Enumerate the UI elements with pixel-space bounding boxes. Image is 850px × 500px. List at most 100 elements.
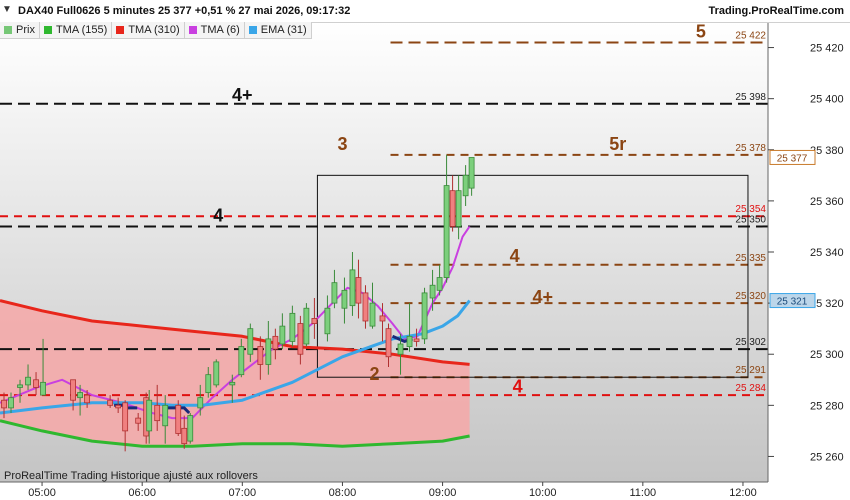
candle-body: [247, 328, 254, 355]
x-tick-label: 05:00: [28, 487, 56, 499]
candle-body: [449, 190, 456, 227]
level-label-25320: 25 320: [735, 291, 766, 302]
candle-body: [455, 190, 462, 227]
candle-body: [379, 315, 386, 322]
candle-body: [355, 277, 362, 304]
y-tick-label: 25 420: [810, 43, 844, 55]
candle-body: [205, 374, 212, 393]
level-label-25291: 25 291: [735, 365, 766, 376]
candle-body: [238, 346, 245, 376]
x-tick-label: 07:00: [229, 487, 257, 499]
candle-body: [413, 338, 420, 342]
x-tick-label: 12:00: [729, 487, 757, 499]
x-tick-label: 08:00: [329, 487, 357, 499]
annotation-label: 2: [369, 364, 379, 384]
brand-label: Trading.ProRealTime.com: [708, 5, 844, 17]
annotation-label: 4: [513, 377, 523, 397]
candle-body: [115, 404, 122, 409]
level-label-25398: 25 398: [735, 92, 766, 103]
annotation-label: 4+: [532, 287, 553, 307]
indicator-legend: Prix TMA (155) TMA (310) TMA (6) EMA (31…: [0, 22, 312, 39]
candle-body: [341, 289, 348, 309]
candle-body: [197, 397, 204, 409]
legend-label: Prix: [16, 24, 35, 36]
candle-body: [311, 318, 318, 324]
annotation-label: 4+: [232, 85, 253, 105]
legend-swatch: [248, 26, 257, 34]
candle-body: [265, 338, 272, 365]
legend-item-tma155[interactable]: TMA (155): [39, 22, 113, 39]
current-price-label: 25 377: [777, 153, 808, 164]
chart-title: DAX40 Full0626 5 minutes 25 377 +0,51 % …: [18, 5, 351, 17]
level-label-25422: 25 422: [735, 30, 766, 41]
annotation-label: 4: [213, 205, 223, 225]
x-tick-label: 11:00: [629, 487, 656, 499]
candle-body: [289, 312, 296, 342]
candle-body: [443, 185, 450, 278]
ema-price-label: 25 321: [777, 297, 808, 308]
y-tick-label: 25 280: [810, 400, 844, 412]
candle-body: [40, 381, 46, 396]
level-label-25284: 25 284: [735, 383, 766, 394]
candle-body: [70, 379, 76, 401]
candle-body: [331, 282, 338, 304]
level-label-25350: 25 350: [735, 214, 766, 225]
candle-body: [175, 404, 182, 434]
candle-body: [8, 397, 14, 409]
candle-body: [468, 157, 475, 189]
candle-body: [421, 292, 428, 340]
title-bar: ▼ DAX40 Full0626 5 minutes 25 377 +0,51 …: [0, 0, 850, 23]
candle-body: [297, 323, 304, 355]
candle-body: [122, 402, 129, 432]
y-tick-label: 25 300: [810, 349, 844, 361]
legend-swatch: [116, 26, 125, 34]
price-chart[interactable]: 5 4+ 3 5r 4 4 4+ 2 4 25 260 25 280 25 300 25 320 25 3…: [0, 0, 850, 500]
annotation-label: 5r: [609, 134, 626, 154]
level-label-25302: 25 302: [735, 337, 766, 348]
legend-label: TMA (6): [200, 24, 240, 36]
annotation-label: 4: [510, 246, 520, 266]
candle-body: [213, 361, 220, 386]
annotation-label: 5: [696, 21, 706, 41]
candle-body: [385, 328, 392, 358]
candle-body: [17, 384, 23, 388]
candle-body: [84, 394, 91, 404]
legend-item-ema31[interactable]: EMA (31): [244, 22, 312, 39]
candle-body: [279, 325, 286, 345]
candle-body: [369, 302, 376, 327]
candle-body: [181, 427, 188, 445]
x-tick-label: 06:00: [128, 487, 156, 499]
collapse-triangle-icon[interactable]: ▼: [2, 4, 12, 15]
candle-body: [462, 174, 469, 197]
candle-body: [162, 404, 169, 427]
candle-body: [349, 269, 356, 307]
candle-body: [135, 417, 142, 424]
y-tick-label: 25 340: [810, 247, 844, 259]
y-tick-label: 25 360: [810, 196, 844, 208]
legend-item-tma6[interactable]: TMA (6): [184, 22, 245, 39]
candle-body: [77, 392, 84, 399]
legend-swatch: [188, 26, 197, 34]
legend-item-price[interactable]: Prix: [0, 22, 40, 39]
chart-window: 5 4+ 3 5r 4 4 4+ 2 4 25 260 25 280 25 300 25 320 25 3…: [0, 0, 850, 500]
candle-body: [146, 399, 153, 432]
legend-label: TMA (155): [55, 24, 108, 36]
candle-body: [257, 346, 264, 365]
legend-swatch: [4, 26, 12, 34]
level-label-25335: 25 335: [735, 253, 766, 264]
candle-body: [1, 399, 7, 409]
candle-body: [107, 399, 114, 406]
candle-body: [33, 379, 39, 388]
candle-body: [303, 307, 310, 345]
annotation-label: 3: [337, 134, 347, 154]
x-tick-label: 09:00: [429, 487, 457, 499]
candle-body: [154, 404, 161, 422]
legend-swatch: [43, 26, 52, 34]
legend-item-tma310[interactable]: TMA (310): [112, 22, 185, 39]
x-tick-label: 10:00: [529, 487, 557, 499]
level-label-25378: 25 378: [735, 143, 766, 154]
candle-body: [436, 277, 443, 291]
candle-body: [25, 376, 31, 386]
candle-body: [272, 335, 279, 350]
candle-body: [362, 292, 369, 322]
